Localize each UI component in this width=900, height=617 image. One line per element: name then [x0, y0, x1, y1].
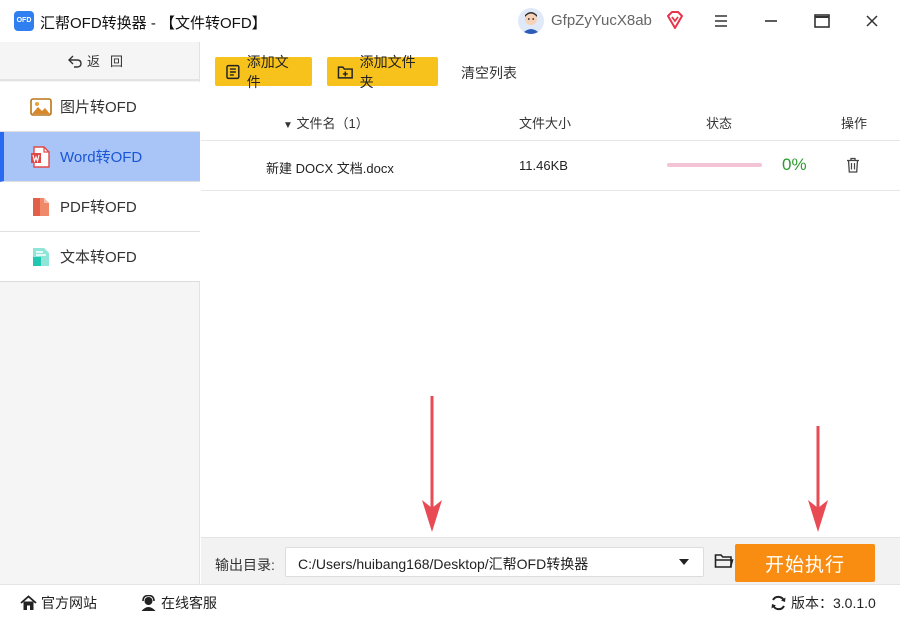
official-site-label: 官方网站	[41, 595, 97, 611]
output-bar: 输出目录: C:/Users/huibang168/Desktop/汇帮OFD转…	[201, 537, 900, 584]
version-info[interactable]: 版本：3.0.1.0	[770, 593, 876, 613]
app-logo: OFD	[14, 11, 34, 31]
user-avatar[interactable]	[518, 8, 544, 34]
sidebar-item-text-to-ofd[interactable]: 文本转OFD	[0, 232, 200, 282]
status-bar: 官方网站 在线客服 版本：3.0.1.0	[0, 584, 900, 617]
add-folder-button[interactable]: 添加文件夹	[327, 54, 438, 90]
sidebar-item-pdf-to-ofd[interactable]: PDF转OFD	[0, 182, 200, 232]
annotation-arrow-output	[422, 396, 442, 532]
trash-icon[interactable]	[846, 157, 860, 173]
close-icon[interactable]	[862, 11, 882, 31]
sidebar-item-label: Word转OFD	[60, 149, 143, 166]
sidebar: 返回 图片转OFD Word转OFD PDF转OFD 文本转OFD	[0, 42, 200, 584]
annotation-arrow-start	[808, 426, 828, 532]
sidebar-item-label: PDF转OFD	[60, 199, 137, 216]
back-button[interactable]: 返回	[0, 42, 200, 81]
user-name[interactable]: GfpZyYucX8ab	[551, 12, 652, 29]
nav-list: 图片转OFD Word转OFD PDF转OFD 文本转OFD	[0, 82, 200, 282]
progress-bar	[667, 163, 762, 167]
version-label: 版本：3.0.1.0	[791, 595, 876, 611]
pdf-icon	[33, 197, 49, 216]
add-file-button[interactable]: 添加文件	[215, 54, 312, 90]
official-site-link[interactable]: 官方网站	[20, 593, 97, 613]
text-file-icon	[33, 247, 49, 266]
image-icon	[30, 97, 52, 116]
customer-service-icon	[141, 595, 156, 611]
sidebar-item-image-to-ofd[interactable]: 图片转OFD	[0, 82, 200, 132]
add-file-label: 添加文件	[246, 53, 289, 90]
start-button[interactable]: 开始执行	[735, 544, 875, 582]
minimize-icon[interactable]	[761, 11, 781, 31]
sidebar-item-word-to-ofd[interactable]: Word转OFD	[0, 132, 200, 182]
column-header-name[interactable]: ▼ 文件名（1）	[283, 113, 369, 132]
column-header-size: 文件大小	[519, 116, 572, 131]
menu-icon[interactable]	[711, 11, 731, 31]
title-bar: OFD 汇帮OFD转换器 - 【文件转OFD】 GfpZyYucX8ab	[0, 0, 900, 42]
output-directory-label: 输出目录:	[215, 557, 275, 573]
back-arrow-icon	[67, 55, 82, 68]
table-row[interactable]: 新建 DOCX 文档.docx 11.46KB 0%	[201, 141, 900, 191]
open-folder-icon[interactable]	[714, 552, 734, 570]
sort-down-icon: ▼	[283, 120, 293, 131]
back-label: 返回	[86, 55, 133, 70]
file-size: 11.46KB	[519, 158, 568, 173]
window-title: 汇帮OFD转换器 - 【文件转OFD】	[40, 15, 267, 32]
add-folder-label: 添加文件夹	[359, 53, 416, 90]
output-directory-select[interactable]: C:/Users/huibang168/Desktop/汇帮OFD转换器	[285, 547, 704, 577]
chevron-down-icon[interactable]	[679, 559, 689, 565]
column-header-status: 状态	[706, 116, 733, 131]
online-service-link[interactable]: 在线客服	[140, 593, 217, 613]
add-file-icon	[226, 64, 240, 79]
sidebar-item-label: 文本转OFD	[60, 249, 137, 266]
home-icon	[20, 595, 37, 610]
add-folder-icon	[337, 65, 353, 79]
clear-list-button[interactable]: 清空列表	[461, 63, 517, 83]
sidebar-item-label: 图片转OFD	[60, 99, 137, 116]
progress-percent: 0%	[782, 155, 807, 174]
online-service-label: 在线客服	[161, 595, 217, 611]
column-header-action: 操作	[841, 116, 868, 131]
file-table-header: ▼ 文件名（1） 文件大小 状态 操作	[201, 100, 900, 141]
toolbar: 添加文件 添加文件夹 清空列表	[200, 42, 900, 100]
word-icon	[31, 145, 50, 168]
column-header-name-label: 文件名（1）	[296, 116, 369, 131]
file-name: 新建 DOCX 文档.docx	[266, 161, 394, 176]
maximize-icon[interactable]	[812, 11, 832, 31]
vip-diamond-icon[interactable]	[665, 10, 685, 30]
refresh-icon	[771, 595, 786, 611]
